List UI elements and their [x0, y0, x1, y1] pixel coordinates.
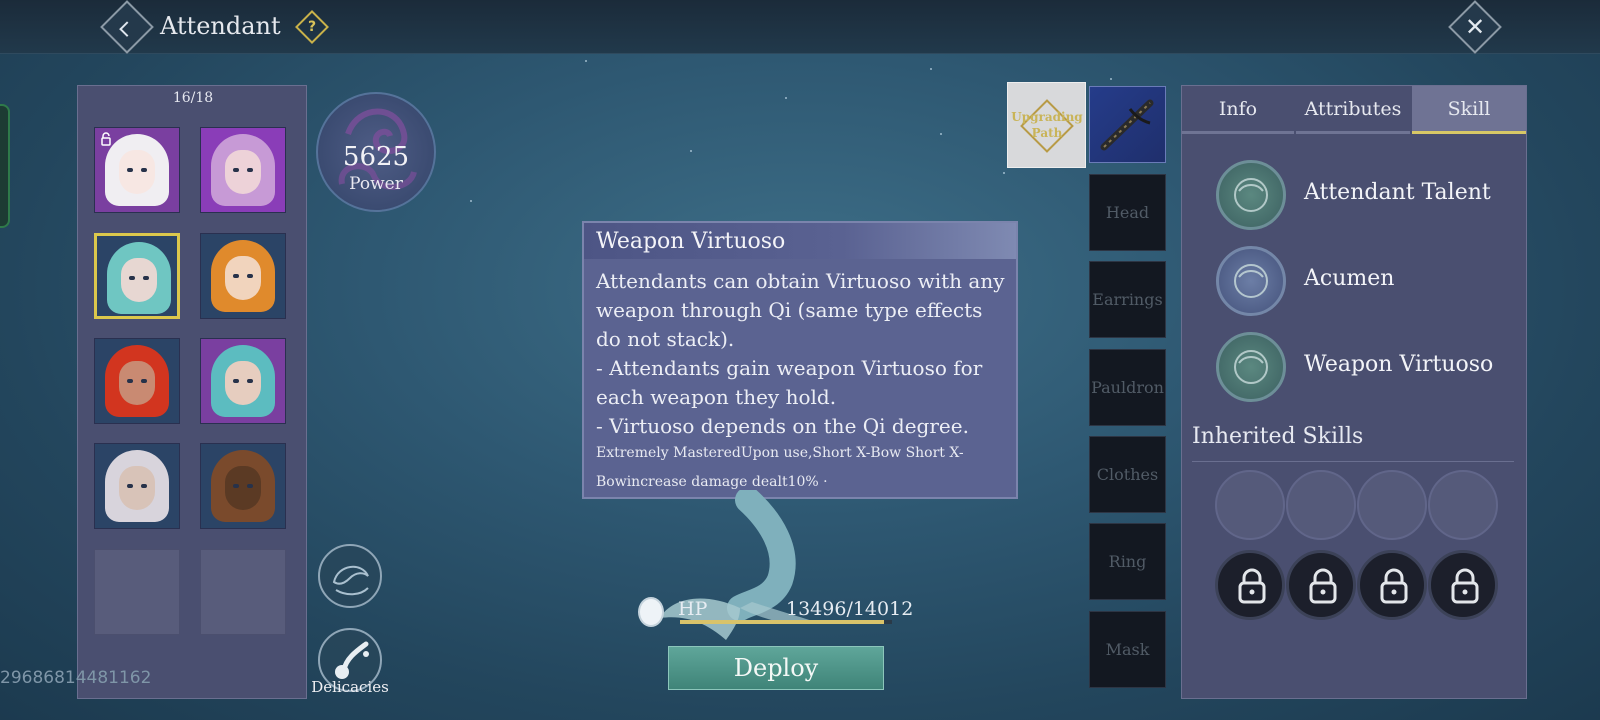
equip-slot-head[interactable]: Head: [1089, 174, 1166, 251]
empty-attendant-slot[interactable]: [200, 549, 286, 635]
dolphin-icon: [332, 566, 369, 596]
attendant-portrait[interactable]: [200, 338, 286, 424]
upgrading-path-button[interactable]: Upgrading Path: [1007, 82, 1086, 168]
hp-bar: [680, 620, 892, 624]
attendant-portrait[interactable]: [200, 443, 286, 529]
weapon-virtuoso-icon: [1216, 332, 1286, 402]
roster-count: 16/18: [172, 90, 214, 106]
back-button[interactable]: [100, 0, 154, 54]
divider: [1192, 461, 1514, 462]
hp-value: 13496/14012: [786, 598, 914, 620]
locked-skill-slot[interactable]: [1428, 550, 1498, 620]
locked-skill-slot[interactable]: [1215, 550, 1285, 620]
skill-row[interactable]: Attendant Talent: [1216, 160, 1516, 232]
empty-attendant-slot[interactable]: [94, 549, 180, 635]
attendant-portrait[interactable]: [94, 338, 180, 424]
power-label: Power: [349, 174, 403, 194]
skill-tooltip: Weapon Virtuoso Attendants can obtain Vi…: [582, 221, 1018, 499]
power-value: 5625: [342, 142, 410, 172]
equip-slot-label: Clothes: [1096, 465, 1159, 484]
portrait-image: [201, 128, 285, 212]
skill-row[interactable]: Acumen: [1216, 246, 1516, 318]
tooltip-note: Extremely MasteredUpon use,Short X-Bow S…: [596, 445, 964, 490]
attendant-portrait[interactable]: [94, 443, 180, 529]
tab-info[interactable]: Info: [1182, 86, 1294, 134]
attendant-portrait[interactable]: [200, 233, 286, 319]
weapon-slot[interactable]: [1089, 86, 1166, 163]
close-icon: ✕: [1464, 12, 1486, 41]
inherited-skills-title: Inherited Skills: [1192, 424, 1364, 449]
hp-label: HP: [678, 598, 708, 620]
lock-icon: [101, 132, 111, 146]
equip-slot-label: Pauldron: [1091, 378, 1164, 397]
skill-name: Acumen: [1304, 266, 1395, 291]
tooltip-body: Attendants can obtain Virtuoso with any …: [596, 269, 1005, 438]
dolphin-button[interactable]: [318, 544, 382, 608]
inherited-skill-slot[interactable]: [1357, 470, 1427, 540]
skill-panel: Info Attributes Skill Attendant Talent Acum…: [1181, 85, 1527, 699]
tab-attributes[interactable]: Attributes: [1296, 86, 1410, 134]
equip-slot-label: Head: [1105, 203, 1150, 222]
side-drawer-tab[interactable]: [0, 104, 10, 228]
equip-slot-clothes[interactable]: Clothes: [1089, 436, 1166, 513]
close-button[interactable]: ✕: [1448, 0, 1502, 54]
locked-skill-slot[interactable]: [1286, 550, 1356, 620]
skill-name: Weapon Virtuoso: [1304, 352, 1494, 377]
top-bar: Attendant ? ✕: [0, 0, 1600, 54]
portrait-image: [97, 236, 177, 316]
equip-slot-label: Ring: [1108, 552, 1147, 571]
equip-slot-label: Mask: [1105, 640, 1150, 659]
locked-skill-slot[interactable]: [1357, 550, 1427, 620]
portrait-image: [201, 234, 285, 318]
hp-drop-icon: [638, 597, 664, 627]
help-glyph: ?: [307, 19, 317, 35]
acumen-icon: [1216, 246, 1286, 316]
lock-icon: [1380, 568, 1408, 604]
attendant-portrait[interactable]: [94, 127, 180, 213]
equip-slot-pauldron[interactable]: Pauldron: [1089, 349, 1166, 426]
help-icon[interactable]: ?: [295, 10, 329, 44]
equip-slot-mask[interactable]: Mask: [1089, 611, 1166, 688]
skill-name: Attendant Talent: [1304, 180, 1491, 205]
talent-icon: [1216, 160, 1286, 230]
skill-row[interactable]: Weapon Virtuoso: [1216, 332, 1516, 404]
portrait-image: [201, 444, 285, 528]
inherited-skill-slot[interactable]: [1286, 470, 1356, 540]
attendant-roster: 16/18: [77, 85, 307, 699]
tab-skill[interactable]: Skill: [1412, 86, 1526, 134]
lock-icon: [1309, 568, 1337, 604]
delicacies-label: Delicacies: [311, 678, 389, 696]
portrait-image: [201, 339, 285, 423]
deploy-button[interactable]: Deploy: [668, 646, 884, 690]
equip-slot-earrings[interactable]: Earrings: [1089, 261, 1166, 338]
hp-bar-fill: [680, 620, 885, 624]
tooltip-title: Weapon Virtuoso: [584, 223, 1016, 259]
crossbow-icon: [1100, 99, 1154, 151]
portrait-image: [95, 339, 179, 423]
equip-slot-ring[interactable]: Ring: [1089, 523, 1166, 600]
player-id: 29686814481162: [0, 668, 152, 688]
page-title: Attendant: [160, 12, 281, 40]
equip-slot-label: Earrings: [1092, 290, 1163, 309]
inherited-skill-slot[interactable]: [1428, 470, 1498, 540]
lock-icon: [1238, 568, 1266, 604]
attendant-model: [660, 490, 816, 640]
inherited-skill-slot[interactable]: [1215, 470, 1285, 540]
portrait-image: [95, 444, 179, 528]
power-badge: 5625 Power: [316, 92, 436, 212]
attendant-portrait[interactable]: [200, 127, 286, 213]
upgrading-path-label: Upgrading Path: [1011, 110, 1083, 140]
attendant-portrait[interactable]: [94, 233, 180, 319]
lock-icon: [1451, 568, 1479, 604]
